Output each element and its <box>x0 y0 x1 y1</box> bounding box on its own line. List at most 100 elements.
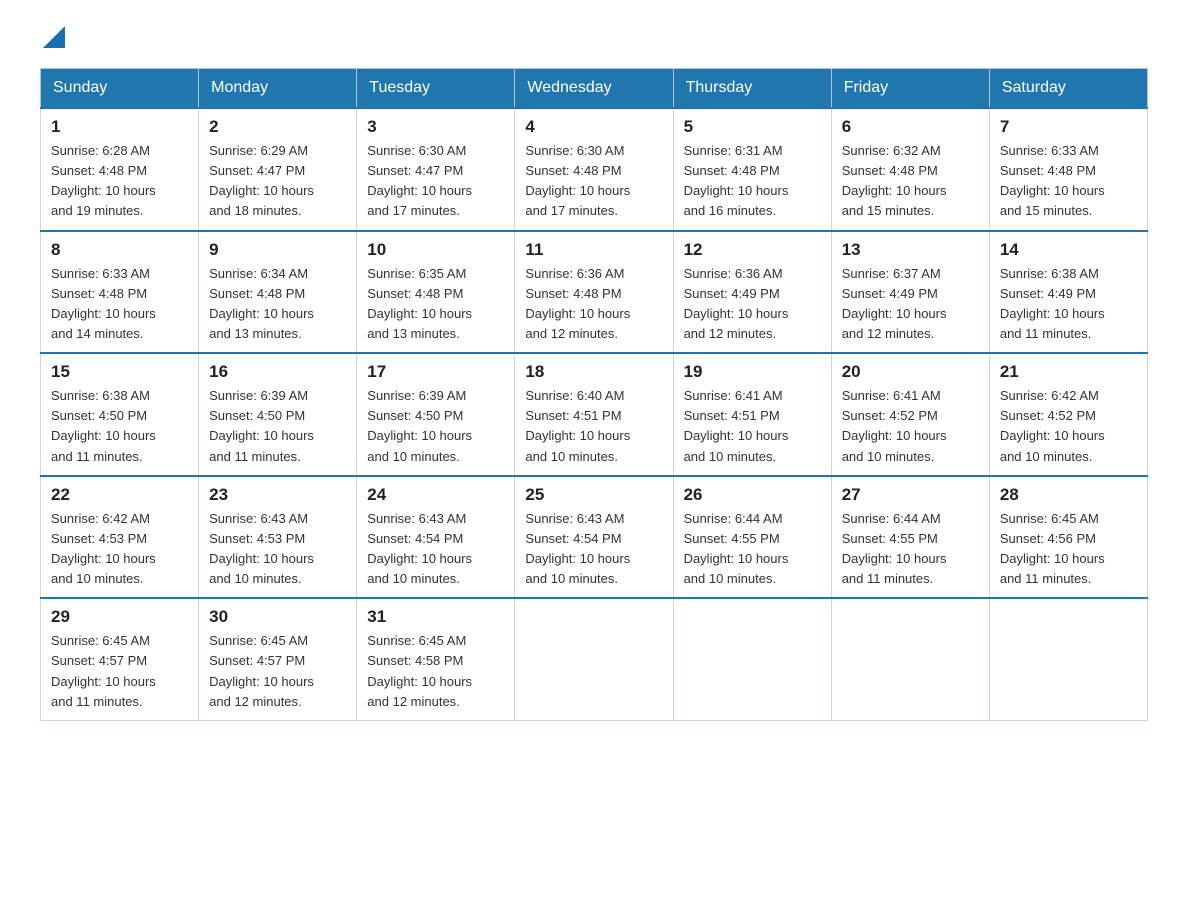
calendar-cell <box>673 598 831 720</box>
day-number: 1 <box>51 117 188 137</box>
day-number: 16 <box>209 362 346 382</box>
calendar-cell: 7 Sunrise: 6:33 AMSunset: 4:48 PMDayligh… <box>989 108 1147 231</box>
day-number: 3 <box>367 117 504 137</box>
day-info: Sunrise: 6:43 AMSunset: 4:53 PMDaylight:… <box>209 511 314 586</box>
day-info: Sunrise: 6:41 AMSunset: 4:51 PMDaylight:… <box>684 388 789 463</box>
day-number: 11 <box>525 240 662 260</box>
calendar-cell: 24 Sunrise: 6:43 AMSunset: 4:54 PMDaylig… <box>357 476 515 599</box>
calendar-cell: 1 Sunrise: 6:28 AMSunset: 4:48 PMDayligh… <box>41 108 199 231</box>
day-info: Sunrise: 6:28 AMSunset: 4:48 PMDaylight:… <box>51 143 156 218</box>
day-number: 17 <box>367 362 504 382</box>
day-info: Sunrise: 6:43 AMSunset: 4:54 PMDaylight:… <box>525 511 630 586</box>
day-number: 31 <box>367 607 504 627</box>
day-info: Sunrise: 6:35 AMSunset: 4:48 PMDaylight:… <box>367 266 472 341</box>
day-number: 25 <box>525 485 662 505</box>
day-number: 2 <box>209 117 346 137</box>
calendar-week-1: 1 Sunrise: 6:28 AMSunset: 4:48 PMDayligh… <box>41 108 1148 231</box>
day-info: Sunrise: 6:33 AMSunset: 4:48 PMDaylight:… <box>1000 143 1105 218</box>
day-info: Sunrise: 6:39 AMSunset: 4:50 PMDaylight:… <box>209 388 314 463</box>
day-number: 26 <box>684 485 821 505</box>
calendar-cell <box>515 598 673 720</box>
calendar-week-5: 29 Sunrise: 6:45 AMSunset: 4:57 PMDaylig… <box>41 598 1148 720</box>
day-info: Sunrise: 6:45 AMSunset: 4:57 PMDaylight:… <box>209 633 314 708</box>
day-info: Sunrise: 6:44 AMSunset: 4:55 PMDaylight:… <box>842 511 947 586</box>
logo-triangle-icon <box>43 26 65 48</box>
calendar-cell <box>831 598 989 720</box>
day-info: Sunrise: 6:30 AMSunset: 4:48 PMDaylight:… <box>525 143 630 218</box>
day-number: 13 <box>842 240 979 260</box>
day-number: 24 <box>367 485 504 505</box>
day-number: 22 <box>51 485 188 505</box>
calendar-cell: 29 Sunrise: 6:45 AMSunset: 4:57 PMDaylig… <box>41 598 199 720</box>
calendar-cell: 2 Sunrise: 6:29 AMSunset: 4:47 PMDayligh… <box>199 108 357 231</box>
day-info: Sunrise: 6:45 AMSunset: 4:58 PMDaylight:… <box>367 633 472 708</box>
calendar-cell: 26 Sunrise: 6:44 AMSunset: 4:55 PMDaylig… <box>673 476 831 599</box>
day-number: 4 <box>525 117 662 137</box>
day-number: 18 <box>525 362 662 382</box>
day-info: Sunrise: 6:29 AMSunset: 4:47 PMDaylight:… <box>209 143 314 218</box>
day-number: 27 <box>842 485 979 505</box>
day-info: Sunrise: 6:37 AMSunset: 4:49 PMDaylight:… <box>842 266 947 341</box>
day-number: 12 <box>684 240 821 260</box>
day-number: 29 <box>51 607 188 627</box>
day-of-week-wednesday: Wednesday <box>515 69 673 109</box>
calendar-cell: 17 Sunrise: 6:39 AMSunset: 4:50 PMDaylig… <box>357 353 515 476</box>
calendar-table: SundayMondayTuesdayWednesdayThursdayFrid… <box>40 68 1148 721</box>
day-info: Sunrise: 6:36 AMSunset: 4:49 PMDaylight:… <box>684 266 789 341</box>
day-number: 14 <box>1000 240 1137 260</box>
calendar-cell: 8 Sunrise: 6:33 AMSunset: 4:48 PMDayligh… <box>41 231 199 354</box>
calendar-cell: 12 Sunrise: 6:36 AMSunset: 4:49 PMDaylig… <box>673 231 831 354</box>
calendar-cell: 27 Sunrise: 6:44 AMSunset: 4:55 PMDaylig… <box>831 476 989 599</box>
calendar-cell: 25 Sunrise: 6:43 AMSunset: 4:54 PMDaylig… <box>515 476 673 599</box>
calendar-cell: 16 Sunrise: 6:39 AMSunset: 4:50 PMDaylig… <box>199 353 357 476</box>
day-number: 10 <box>367 240 504 260</box>
calendar-cell: 10 Sunrise: 6:35 AMSunset: 4:48 PMDaylig… <box>357 231 515 354</box>
day-info: Sunrise: 6:30 AMSunset: 4:47 PMDaylight:… <box>367 143 472 218</box>
day-number: 6 <box>842 117 979 137</box>
day-info: Sunrise: 6:39 AMSunset: 4:50 PMDaylight:… <box>367 388 472 463</box>
calendar-cell: 22 Sunrise: 6:42 AMSunset: 4:53 PMDaylig… <box>41 476 199 599</box>
day-of-week-thursday: Thursday <box>673 69 831 109</box>
calendar-cell: 14 Sunrise: 6:38 AMSunset: 4:49 PMDaylig… <box>989 231 1147 354</box>
calendar-cell: 28 Sunrise: 6:45 AMSunset: 4:56 PMDaylig… <box>989 476 1147 599</box>
calendar-cell: 20 Sunrise: 6:41 AMSunset: 4:52 PMDaylig… <box>831 353 989 476</box>
day-info: Sunrise: 6:42 AMSunset: 4:53 PMDaylight:… <box>51 511 156 586</box>
day-info: Sunrise: 6:45 AMSunset: 4:57 PMDaylight:… <box>51 633 156 708</box>
calendar-cell: 15 Sunrise: 6:38 AMSunset: 4:50 PMDaylig… <box>41 353 199 476</box>
day-number: 20 <box>842 362 979 382</box>
day-of-week-friday: Friday <box>831 69 989 109</box>
day-info: Sunrise: 6:43 AMSunset: 4:54 PMDaylight:… <box>367 511 472 586</box>
days-of-week-row: SundayMondayTuesdayWednesdayThursdayFrid… <box>41 69 1148 109</box>
day-info: Sunrise: 6:45 AMSunset: 4:56 PMDaylight:… <box>1000 511 1105 586</box>
day-info: Sunrise: 6:40 AMSunset: 4:51 PMDaylight:… <box>525 388 630 463</box>
day-of-week-monday: Monday <box>199 69 357 109</box>
day-info: Sunrise: 6:41 AMSunset: 4:52 PMDaylight:… <box>842 388 947 463</box>
calendar-cell: 18 Sunrise: 6:40 AMSunset: 4:51 PMDaylig… <box>515 353 673 476</box>
day-info: Sunrise: 6:44 AMSunset: 4:55 PMDaylight:… <box>684 511 789 586</box>
day-number: 5 <box>684 117 821 137</box>
calendar-cell: 11 Sunrise: 6:36 AMSunset: 4:48 PMDaylig… <box>515 231 673 354</box>
calendar-cell: 13 Sunrise: 6:37 AMSunset: 4:49 PMDaylig… <box>831 231 989 354</box>
day-info: Sunrise: 6:31 AMSunset: 4:48 PMDaylight:… <box>684 143 789 218</box>
calendar-cell: 31 Sunrise: 6:45 AMSunset: 4:58 PMDaylig… <box>357 598 515 720</box>
day-number: 15 <box>51 362 188 382</box>
day-number: 19 <box>684 362 821 382</box>
calendar-week-4: 22 Sunrise: 6:42 AMSunset: 4:53 PMDaylig… <box>41 476 1148 599</box>
day-info: Sunrise: 6:32 AMSunset: 4:48 PMDaylight:… <box>842 143 947 218</box>
calendar-cell <box>989 598 1147 720</box>
calendar-cell: 30 Sunrise: 6:45 AMSunset: 4:57 PMDaylig… <box>199 598 357 720</box>
day-of-week-saturday: Saturday <box>989 69 1147 109</box>
day-number: 23 <box>209 485 346 505</box>
day-info: Sunrise: 6:33 AMSunset: 4:48 PMDaylight:… <box>51 266 156 341</box>
calendar-body: 1 Sunrise: 6:28 AMSunset: 4:48 PMDayligh… <box>41 108 1148 720</box>
day-of-week-sunday: Sunday <box>41 69 199 109</box>
calendar-cell: 3 Sunrise: 6:30 AMSunset: 4:47 PMDayligh… <box>357 108 515 231</box>
calendar-cell: 5 Sunrise: 6:31 AMSunset: 4:48 PMDayligh… <box>673 108 831 231</box>
calendar-cell: 21 Sunrise: 6:42 AMSunset: 4:52 PMDaylig… <box>989 353 1147 476</box>
calendar-cell: 6 Sunrise: 6:32 AMSunset: 4:48 PMDayligh… <box>831 108 989 231</box>
calendar-cell: 19 Sunrise: 6:41 AMSunset: 4:51 PMDaylig… <box>673 353 831 476</box>
logo <box>40 30 65 48</box>
calendar-cell: 23 Sunrise: 6:43 AMSunset: 4:53 PMDaylig… <box>199 476 357 599</box>
calendar-week-2: 8 Sunrise: 6:33 AMSunset: 4:48 PMDayligh… <box>41 231 1148 354</box>
day-of-week-tuesday: Tuesday <box>357 69 515 109</box>
